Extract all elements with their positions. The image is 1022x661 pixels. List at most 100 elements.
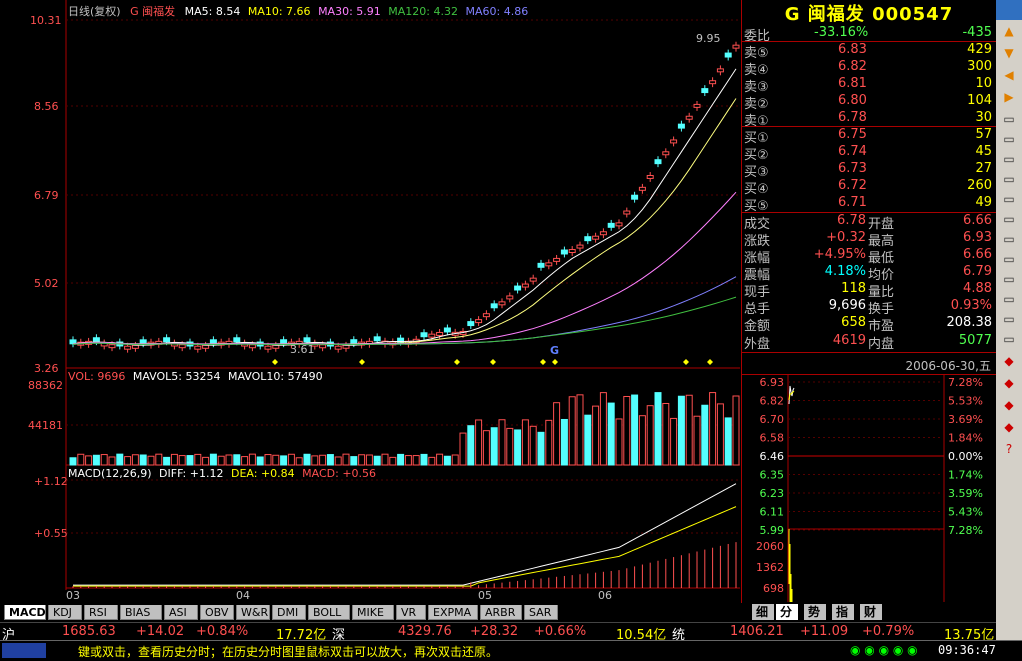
arrow-left-icon[interactable]: ◀: [998, 66, 1020, 84]
outer-label: 外盘: [744, 337, 771, 352]
price-tick: 3.26: [34, 362, 59, 375]
volume-bar: [482, 430, 490, 466]
page-icon[interactable]: ▭: [998, 270, 1020, 288]
mini-pct-tick: 5.43%: [948, 506, 983, 519]
mini-vol-tick: 698: [763, 582, 784, 595]
signal-diamond: [454, 359, 460, 365]
volume-bar: [514, 429, 522, 466]
bid-row: 买② 6.74 45: [742, 144, 996, 163]
tool-icon[interactable]: ◆: [998, 374, 1020, 392]
indicator-tab-obv[interactable]: OBV: [200, 605, 234, 620]
arrow-down-icon[interactable]: ▼: [998, 44, 1020, 62]
candle-body: [693, 103, 701, 108]
diff-line: [73, 483, 737, 586]
date-tick: 04: [236, 589, 250, 602]
page-icon[interactable]: ▭: [998, 330, 1020, 348]
page-icon[interactable]: ▭: [998, 110, 1020, 128]
date-tick: 06: [598, 589, 612, 602]
sh-index: 1685.63: [62, 624, 116, 639]
volume-bar: [685, 394, 693, 466]
indicator-tab-arbr[interactable]: ARBR: [480, 605, 522, 620]
volume-bar: [615, 418, 623, 466]
arrow-right-icon[interactable]: ▶: [998, 88, 1020, 106]
volume-bar: [677, 395, 685, 466]
kline-chart-area[interactable]: 日线(复权) G 闽福发 MA5: 8.54 MA10: 7.66 MA30: …: [0, 0, 740, 602]
volume-bar: [537, 431, 545, 466]
page-icon[interactable]: ▭: [998, 130, 1020, 148]
indicator-tab-sar[interactable]: SAR: [524, 605, 558, 620]
period-label: 日线(复权): [68, 5, 121, 18]
stat-row: 震幅 4.18% 均价 6.79: [742, 264, 996, 283]
volume-bar: [170, 453, 178, 466]
tab-finance[interactable]: 财: [860, 604, 882, 620]
indicator-tab-vr[interactable]: VR: [396, 605, 426, 620]
app-logo: [2, 643, 46, 658]
indicator-tab-kdj[interactable]: KDJ: [48, 605, 82, 620]
page-icon[interactable]: ▭: [998, 210, 1020, 228]
side-toolbar: ▲ ▼ ◀ ▶ ▭ ▭ ▭ ▭ ▭ ▭ ▭ ▭ ▭ ▭ ▭ ▭ ◆ ◆ ◆ ◆ …: [996, 0, 1022, 640]
stat-row: 总手 9,696 换手 0.93%: [742, 298, 996, 317]
indicator-tab-rsi[interactable]: RSI: [84, 605, 118, 620]
help-icon[interactable]: ?: [998, 440, 1020, 458]
volume-bar: [412, 455, 420, 466]
stat-row: 金额 658 市盈 208.38: [742, 315, 996, 334]
candle-body: [670, 139, 678, 144]
indicator-tab-dmi[interactable]: DMI: [272, 605, 306, 620]
ask-price: 6.82: [838, 59, 867, 74]
page-icon[interactable]: ▭: [998, 150, 1020, 168]
volume-bar: [311, 455, 319, 466]
page-icon[interactable]: ▭: [998, 230, 1020, 248]
signal-diamond: [552, 359, 558, 365]
tab-minute[interactable]: 分: [776, 604, 798, 620]
bid-price: 6.71: [838, 195, 867, 210]
indicator-tab-boll[interactable]: BOLL: [308, 605, 350, 620]
tool-icon[interactable]: ◆: [998, 352, 1020, 370]
arrow-up-icon[interactable]: ▲: [998, 22, 1020, 40]
indicator-tab-macd[interactable]: MACD: [4, 605, 46, 620]
ask-volume: 104: [967, 93, 992, 108]
ma30-line: [72, 191, 737, 345]
tab-detail[interactable]: 细: [752, 604, 774, 620]
volume-bar: [475, 419, 483, 466]
tool-icon[interactable]: ◆: [998, 396, 1020, 414]
bid-volume: 27: [975, 161, 992, 176]
indicator-tab-asi[interactable]: ASI: [164, 605, 198, 620]
vol-label: VOL: 9696: [68, 370, 126, 383]
date-tick: 05: [478, 589, 492, 602]
mini-price-tick: 6.58: [760, 432, 785, 445]
weibi-diff: -435: [962, 25, 992, 40]
volume-bar: [420, 453, 428, 466]
volume-bar: [724, 417, 732, 466]
tool-icon[interactable]: ◆: [998, 418, 1020, 436]
tab-index[interactable]: 指: [832, 604, 854, 620]
page-icon[interactable]: ▭: [998, 290, 1020, 308]
volume-bar: [264, 454, 272, 466]
candlestick-series: [69, 41, 740, 353]
intraday-mini-chart[interactable]: 6.93 7.28% 6.82 5.53% 6.70 3.69% 6.58 1.84% 6.46…: [742, 374, 996, 602]
mini-price-tick: 6.46: [760, 450, 785, 463]
page-icon[interactable]: ▭: [998, 170, 1020, 188]
tab-trend[interactable]: 势: [804, 604, 826, 620]
stat-value-2: 6.93: [963, 230, 992, 245]
candle-body: [248, 344, 256, 349]
indicator-tab-expma[interactable]: EXPMA: [428, 605, 478, 620]
volume-bar: [404, 455, 412, 466]
page-icon[interactable]: ▭: [998, 250, 1020, 268]
ask-price: 6.80: [838, 93, 867, 108]
volume-bar: [662, 402, 670, 466]
indicator-tab-mike[interactable]: MIKE: [352, 605, 394, 620]
stat-value: 118: [841, 281, 866, 296]
page-icon[interactable]: ▭: [998, 310, 1020, 328]
info-bar: 键或双击，查看历史分时；在历史分时图里鼠标双击可以放大，再次双击还原。 ◉ ◉ …: [0, 640, 1022, 661]
macd-tick: +0.55: [34, 527, 68, 540]
volume-bar: [116, 453, 124, 466]
indicator-tab-wr[interactable]: W&R: [236, 605, 270, 620]
volume-bar: [436, 453, 444, 466]
clock: 09:36:47: [938, 643, 996, 657]
candle-body: [599, 231, 607, 236]
candle-body: [319, 344, 327, 349]
candle-body: [209, 339, 217, 345]
page-icon[interactable]: ▭: [998, 190, 1020, 208]
indicator-tab-bias[interactable]: BIAS: [120, 605, 162, 620]
mini-price-tick: 6.93: [760, 376, 785, 389]
